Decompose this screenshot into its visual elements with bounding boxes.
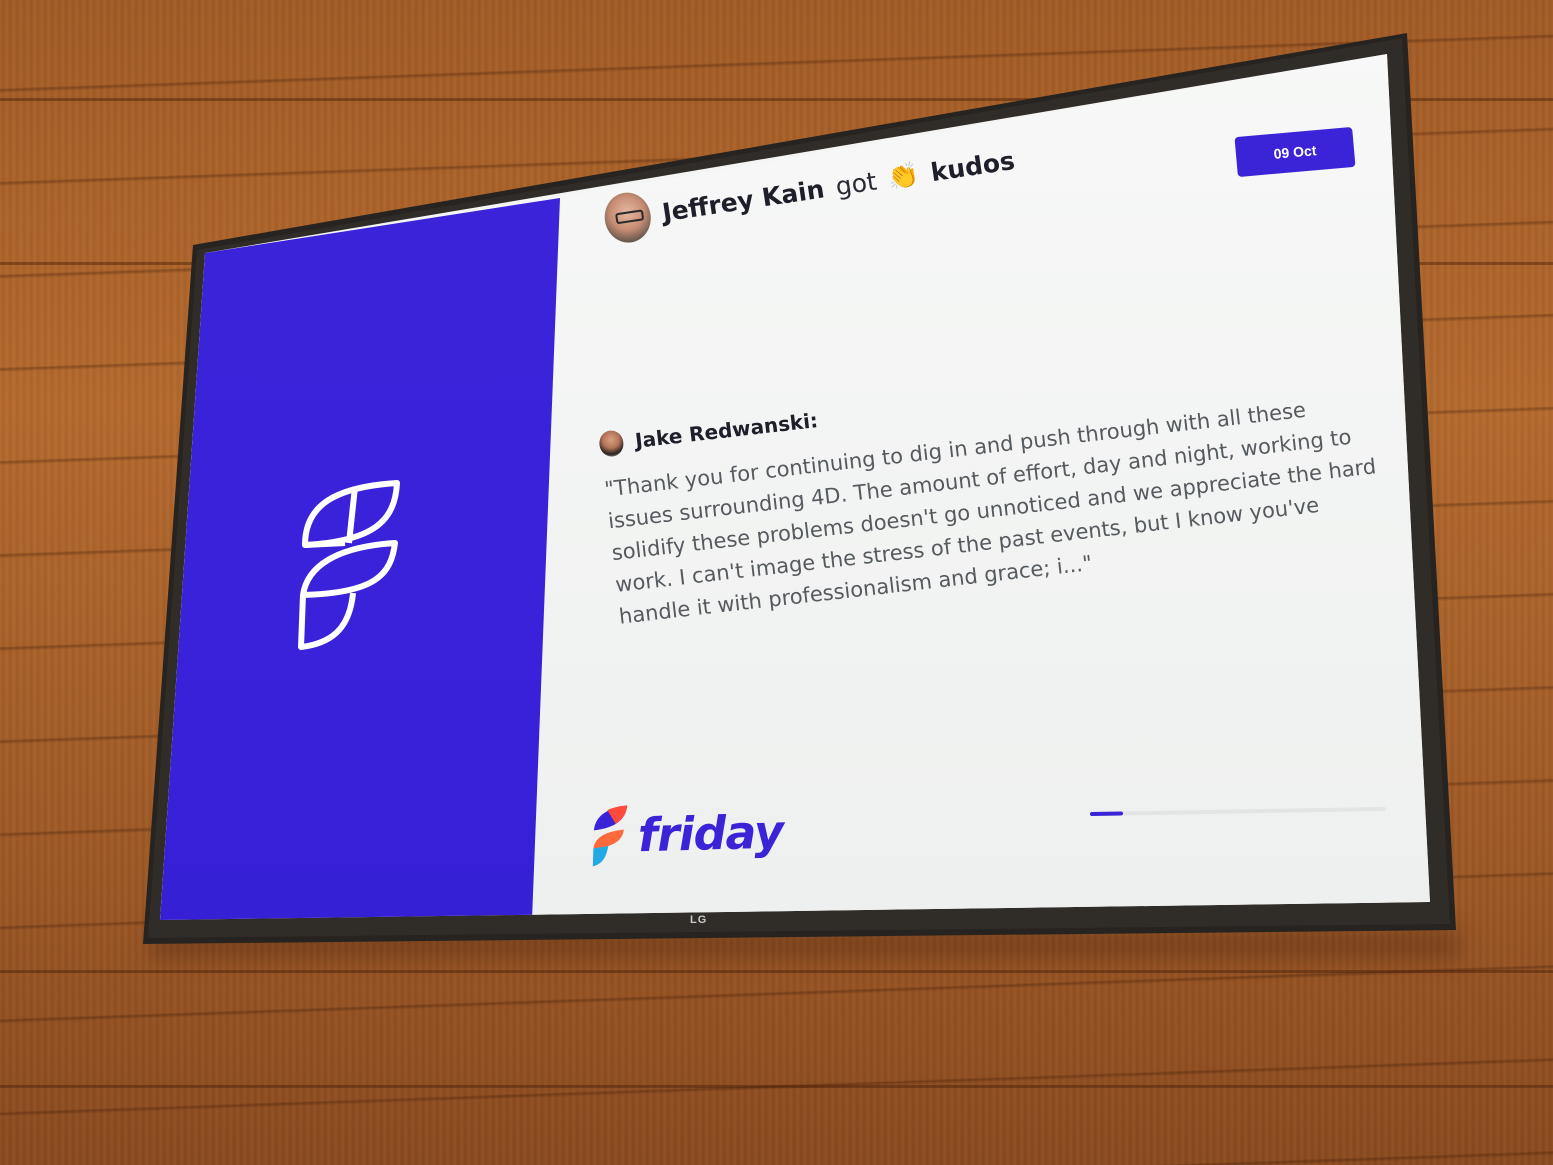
friday-logo-icon <box>592 805 628 867</box>
recipient-avatar <box>601 189 655 246</box>
slide-progress-fill <box>1089 811 1123 816</box>
author-avatar <box>598 429 625 458</box>
friday-logo-mark-icon <box>298 480 400 650</box>
headline-kudos: kudos <box>928 145 1017 187</box>
clapping-hands-icon: 👏 <box>886 159 922 193</box>
tv: 09 Oct Jeffrey Kain got 👏 kudos Jake Red… <box>0 0 1553 1165</box>
headline-verb: got <box>833 166 879 201</box>
friday-logo: friday <box>589 799 784 868</box>
friday-wordmark: friday <box>637 804 784 863</box>
tv-brand-logo: LG <box>690 914 708 926</box>
glasses-icon <box>614 209 645 225</box>
